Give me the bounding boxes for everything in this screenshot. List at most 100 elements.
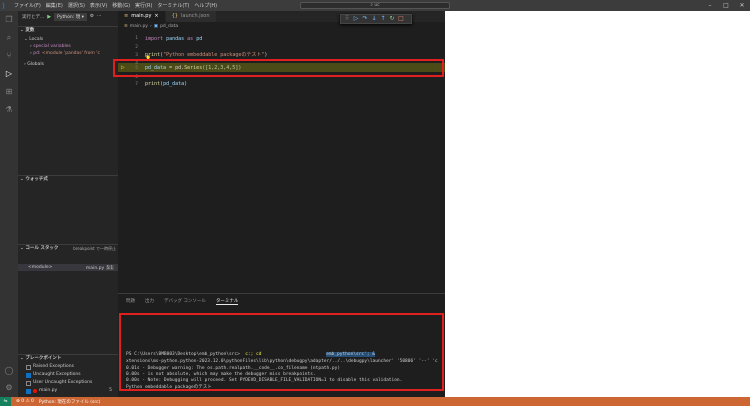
status-bar: ⇋ ⊗ 0 ⚠ 0 Python: 現在のファイル (src) bbox=[0, 397, 750, 406]
python-file-icon: ≡ bbox=[124, 13, 129, 19]
highlight-box-terminal bbox=[119, 313, 444, 391]
variable-symbol-icon: ▣ bbox=[153, 24, 159, 29]
tab-main-py[interactable]: ≡ main.py × bbox=[118, 11, 166, 22]
extensions-icon[interactable]: ⊞ bbox=[4, 87, 14, 97]
variable-pd-name: pd: bbox=[33, 51, 41, 56]
checkbox-unchecked[interactable] bbox=[26, 364, 31, 370]
line-number: 1 bbox=[135, 36, 138, 41]
callstack-section-header[interactable]: ⌄ コール スタック breakpoint で一時停止 bbox=[18, 244, 118, 252]
bp-main-py[interactable]: main.py 5 bbox=[26, 387, 118, 395]
menu-edit[interactable]: 編集(E) bbox=[46, 2, 63, 9]
activity-bar: ❐ ⌕ ⑂ ▷ ⊞ ⚗ ◯ ⚙ bbox=[0, 11, 18, 397]
frame-name: <module> bbox=[28, 265, 53, 270]
checkbox-checked[interactable] bbox=[26, 372, 31, 378]
bp-line-number: 5 bbox=[109, 388, 112, 393]
special-variables-row[interactable]: › special variables bbox=[18, 43, 118, 50]
globals-label: Globals bbox=[27, 62, 44, 67]
blank-area bbox=[445, 11, 750, 397]
frame-line-badge: 5:1 bbox=[105, 265, 114, 270]
code-token: pandas bbox=[163, 36, 188, 42]
launch-config-select[interactable]: Python: 現 ▾ bbox=[54, 12, 87, 21]
breadcrumb-symbol[interactable]: pd_data bbox=[160, 22, 178, 31]
menu-terminal[interactable]: ターミナル(T) bbox=[157, 2, 189, 9]
bp-label: Raised Exceptions bbox=[33, 364, 74, 369]
panel-tabs: 問題 出力 デバッグ コンソール ターミナル bbox=[126, 298, 239, 305]
tab-main-label: main.py bbox=[131, 13, 152, 19]
debug-sidebar: 実行とデ... ▶ Python: 現 ▾ ⚙ ⋯ ⌄ 変数 ⌄ Locals … bbox=[18, 11, 118, 397]
special-variables-label: special variables bbox=[33, 44, 71, 49]
globals-scope[interactable]: › Globals bbox=[18, 61, 118, 68]
tab-output[interactable]: 出力 bbox=[145, 298, 154, 305]
explorer-icon[interactable]: ❐ bbox=[4, 15, 14, 25]
callstack-paused-label: breakpoint で一時停止 bbox=[73, 246, 116, 251]
tab-launch-json[interactable]: {} launch.json bbox=[165, 11, 217, 22]
vscode-logo-icon: ⟩ bbox=[2, 1, 6, 10]
checkbox-unchecked[interactable] bbox=[26, 380, 31, 386]
highlight-box-breakpoint-line bbox=[113, 59, 444, 77]
breakpoint-dot-icon bbox=[33, 389, 37, 393]
bp-uncaught-exceptions[interactable]: Uncaught Exceptions bbox=[26, 371, 118, 379]
menu-file[interactable]: ファイル(F) bbox=[14, 2, 41, 9]
menu-run[interactable]: 実行(R) bbox=[135, 2, 152, 9]
code-line-1: import pandas as pd bbox=[145, 36, 202, 42]
source-control-icon[interactable]: ⑂ bbox=[4, 51, 14, 61]
launch-config-label: Python: 現 ▾ bbox=[57, 14, 84, 20]
code-token: print bbox=[145, 52, 161, 58]
menu-help[interactable]: ヘルプ(H) bbox=[194, 2, 217, 9]
python-file-icon: ≡ bbox=[124, 24, 128, 29]
command-center-search[interactable]: ⌕ uc bbox=[300, 2, 450, 9]
line-number: 7 bbox=[135, 82, 138, 87]
watch-section-header[interactable]: ⌄ ウォッチ式 bbox=[18, 175, 118, 183]
remote-icon[interactable]: ⇋ bbox=[0, 397, 11, 406]
debug-toolbar-top: 実行とデ... ▶ Python: 現 ▾ ⚙ ⋯ bbox=[18, 11, 118, 22]
code-line-7: print(pd_data) bbox=[145, 81, 188, 87]
locals-label: Locals bbox=[29, 37, 44, 42]
minimize-icon[interactable]: – bbox=[702, 0, 718, 11]
line-number: 2 bbox=[135, 45, 138, 50]
callstack-title: コール スタック bbox=[25, 246, 59, 251]
code-line-3: print("Python embeddable packageのテスト") bbox=[145, 52, 268, 58]
frame-file: main.py bbox=[85, 266, 105, 271]
watch-title: ウォッチ式 bbox=[25, 177, 48, 182]
tab-launch-label: launch.json bbox=[181, 13, 210, 19]
menu-go[interactable]: 移動(G) bbox=[112, 2, 130, 9]
menu-bar: ファイル(F) 編集(E) 選択(S) 表示(V) 移動(G) 実行(R) ター… bbox=[14, 2, 217, 9]
run-view-title: 実行とデ... bbox=[22, 14, 45, 20]
status-problems[interactable]: ⊗ 0 ⚠ 0 bbox=[16, 399, 34, 404]
variable-pd-value: <module 'pandas' from 'c bbox=[41, 51, 100, 56]
run-debug-icon[interactable]: ▷ bbox=[4, 69, 14, 79]
account-icon[interactable]: ◯ bbox=[4, 366, 14, 376]
tab-debug-console[interactable]: デバッグ コンソール bbox=[164, 298, 206, 305]
checkbox-checked[interactable] bbox=[26, 388, 31, 394]
settings-gear-icon[interactable]: ⚙ bbox=[4, 383, 14, 393]
breakpoints-section-header[interactable]: ⌄ ブレークポイント bbox=[18, 354, 118, 362]
search-icon[interactable]: ⌕ bbox=[4, 33, 14, 43]
menu-selection[interactable]: 選択(S) bbox=[68, 2, 85, 9]
close-icon[interactable]: ✕ bbox=[734, 0, 750, 11]
search-text: uc bbox=[374, 3, 380, 8]
status-debug-config[interactable]: Python: 現在のファイル (src) bbox=[39, 399, 101, 405]
code-token: pd bbox=[193, 36, 203, 42]
window-controls: – □ ✕ bbox=[702, 0, 750, 11]
breadcrumb-file[interactable]: main.py bbox=[130, 22, 148, 31]
start-debug-icon[interactable]: ▶ bbox=[47, 14, 51, 20]
code-token: "Python embeddable packageのテスト" bbox=[163, 52, 265, 58]
vscode-window: ⟩ ファイル(F) 編集(E) 選択(S) 表示(V) 移動(G) 実行(R) … bbox=[0, 0, 750, 406]
maximize-icon[interactable]: □ bbox=[718, 0, 734, 11]
bp-user-uncaught-exceptions[interactable]: User Uncaught Exceptions bbox=[26, 379, 118, 387]
tab-problems[interactable]: 問題 bbox=[126, 298, 135, 305]
more-icon[interactable]: ⋯ bbox=[97, 14, 102, 19]
testing-icon[interactable]: ⚗ bbox=[4, 105, 14, 115]
gear-icon[interactable]: ⚙ bbox=[90, 14, 94, 19]
title-bar: ⟩ ファイル(F) 編集(E) 選択(S) 表示(V) 移動(G) 実行(R) … bbox=[0, 0, 750, 11]
tab-close-icon[interactable]: × bbox=[154, 11, 158, 22]
callstack-frame[interactable]: <module> main.py 5:1 bbox=[18, 264, 118, 271]
variables-section-header[interactable]: ⌄ 変数 bbox=[18, 26, 118, 34]
breakpoints-title: ブレークポイント bbox=[25, 356, 62, 361]
variable-pd-row[interactable]: › pd: <module 'pandas' from 'c bbox=[18, 50, 118, 57]
locals-scope[interactable]: ⌄ Locals bbox=[18, 36, 118, 43]
bp-raised-exceptions[interactable]: Raised Exceptions bbox=[26, 363, 118, 371]
tab-terminal[interactable]: ターミナル bbox=[215, 298, 239, 305]
json-file-icon: {} bbox=[171, 13, 178, 19]
menu-view[interactable]: 表示(V) bbox=[90, 2, 107, 9]
